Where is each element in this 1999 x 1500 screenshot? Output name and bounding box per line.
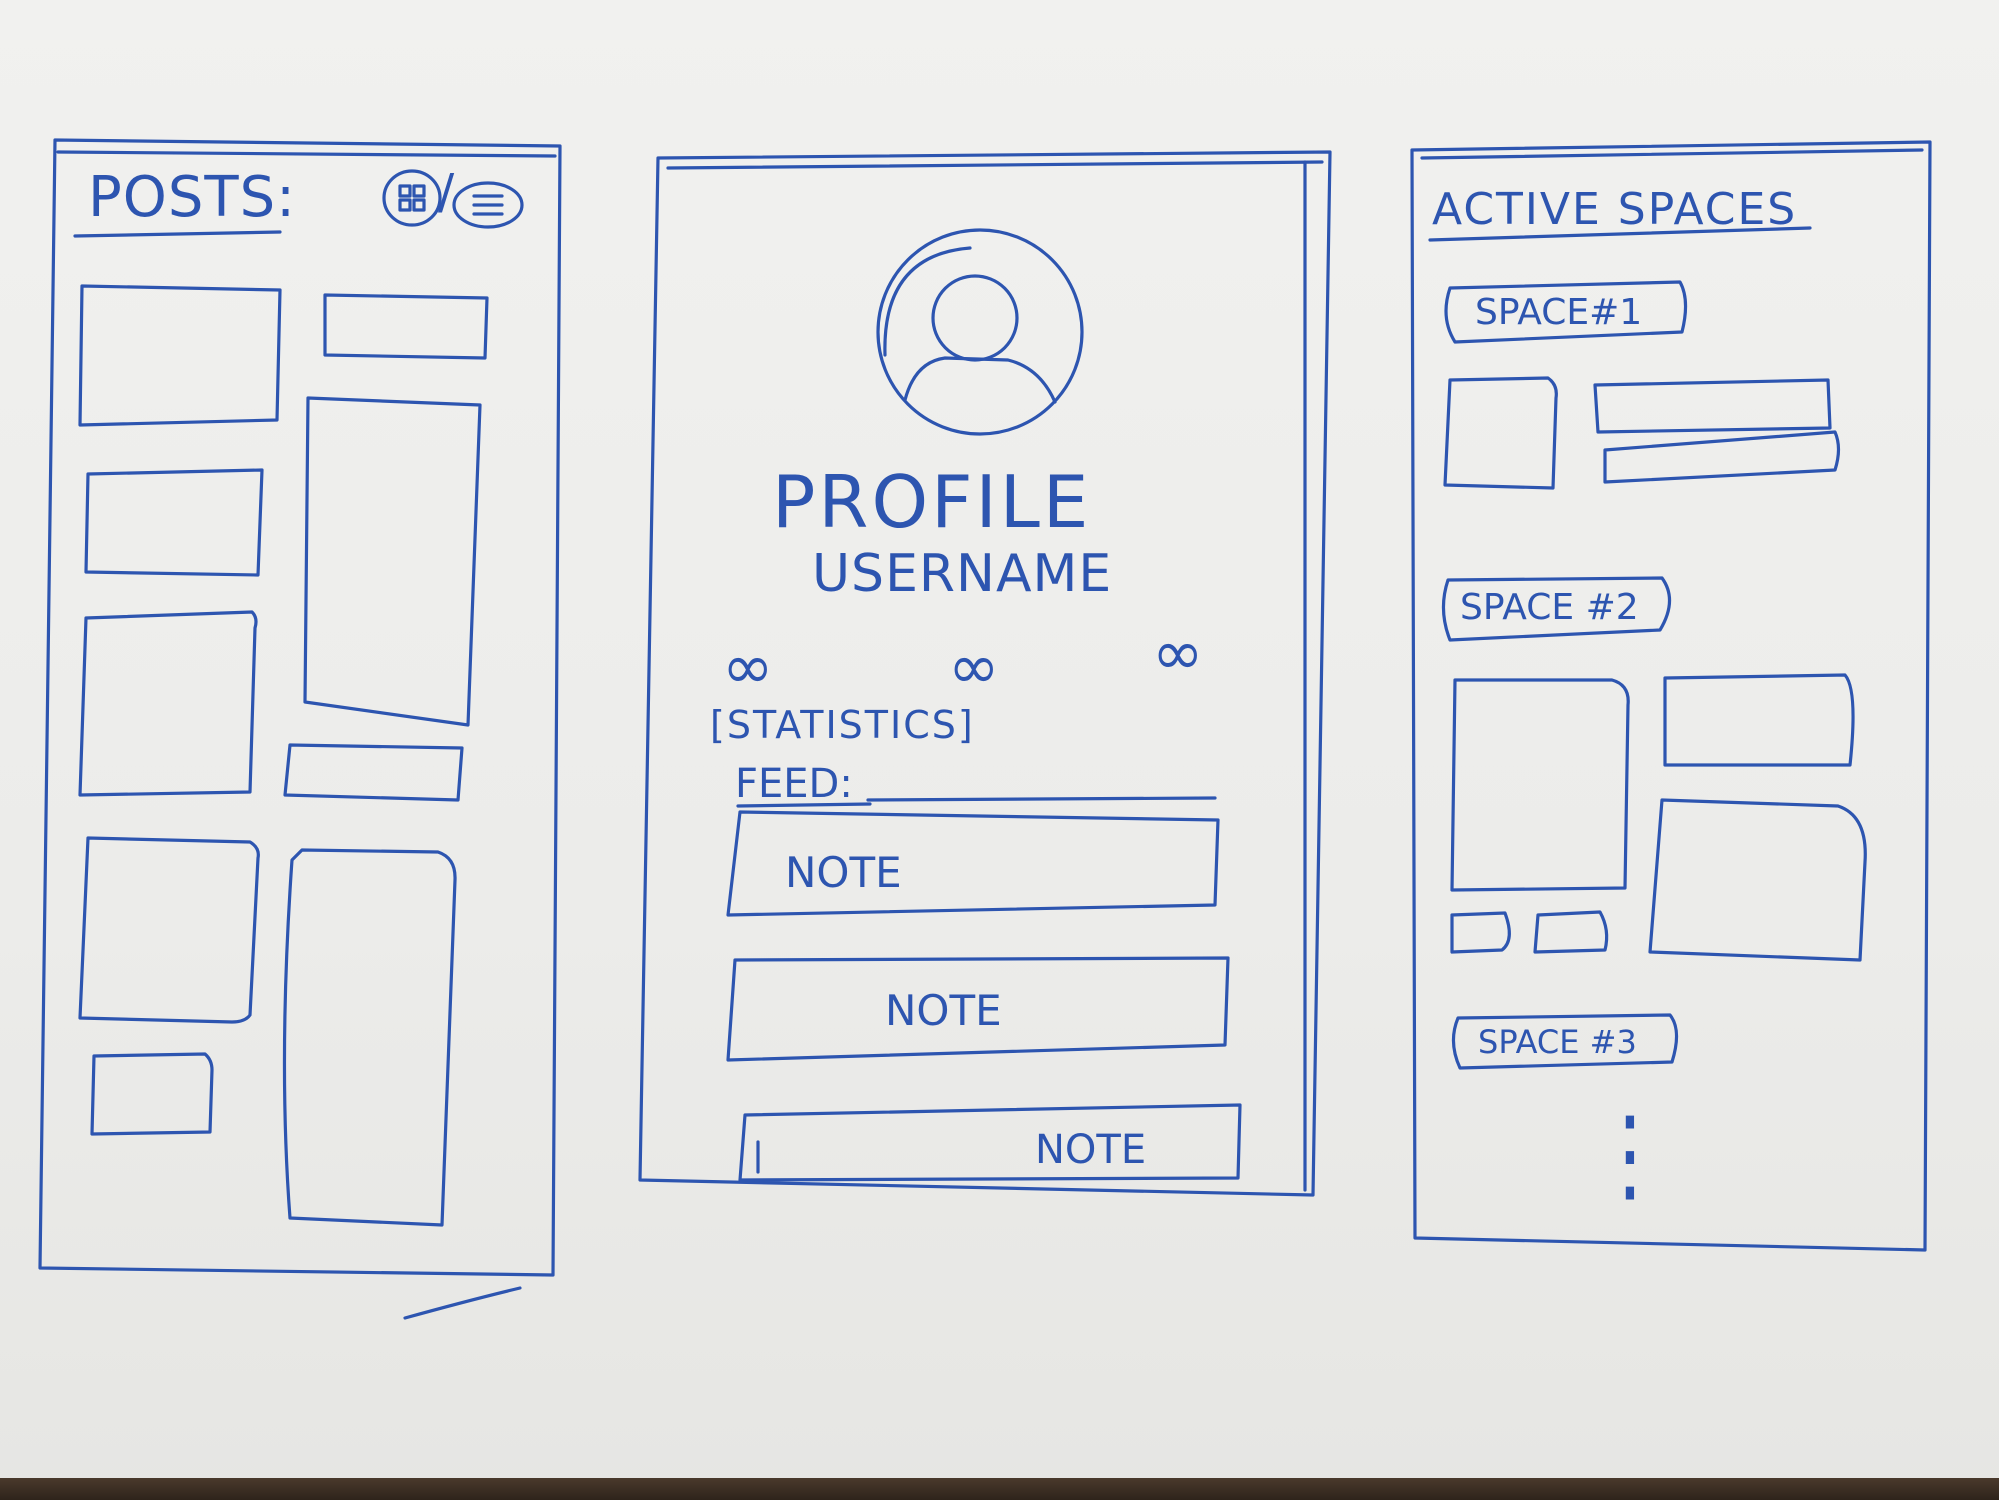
post-card[interactable] <box>84 468 264 577</box>
grid-icon[interactable] <box>382 169 442 227</box>
post-card[interactable] <box>283 743 464 802</box>
space-tile[interactable] <box>1663 673 1855 767</box>
space-tile[interactable] <box>1648 798 1867 962</box>
more-spaces-indicator: ⋮ <box>1590 1093 1670 1215</box>
post-card[interactable] <box>323 293 489 360</box>
user-avatar-icon[interactable] <box>876 228 1084 436</box>
posts-title: POSTS: <box>88 165 297 230</box>
post-thumbnails <box>78 284 489 1227</box>
space-tile[interactable] <box>1443 376 1558 490</box>
space-tile[interactable] <box>1533 910 1609 954</box>
post-card[interactable] <box>78 284 282 427</box>
posts-title-underline <box>73 230 282 238</box>
note-card[interactable] <box>738 1103 1242 1182</box>
view-toggle-separator: / <box>438 164 455 220</box>
post-card[interactable] <box>90 1052 214 1136</box>
space-tile[interactable] <box>1603 430 1841 484</box>
note-label: NOTE <box>1035 1127 1147 1173</box>
post-card[interactable] <box>78 610 258 797</box>
feed-label: FEED: <box>735 761 853 807</box>
note-label: NOTE <box>785 848 902 897</box>
grid-icon-cell <box>412 198 426 212</box>
grid-icon-cell <box>398 184 412 198</box>
space-1-items <box>1443 376 1841 490</box>
grid-icon-cell <box>412 184 426 198</box>
stat-value: ∞ <box>948 630 1000 703</box>
stat-value: ∞ <box>722 630 774 703</box>
grid-icon-cell <box>398 198 412 212</box>
space-3-label[interactable]: SPACE #3 <box>1478 1026 1637 1058</box>
post-card[interactable] <box>282 848 457 1227</box>
space-2-label[interactable]: SPACE #2 <box>1460 590 1639 626</box>
space-2-items <box>1450 673 1867 962</box>
stat-value: ∞ <box>1152 616 1204 689</box>
post-card[interactable] <box>78 836 260 1024</box>
space-tile[interactable] <box>1450 911 1511 954</box>
desk-edge <box>0 1478 1999 1500</box>
statistics-label: [STATISTICS] <box>710 703 975 747</box>
spaces-title: ACTIVE SPACES <box>1432 184 1798 235</box>
space-tile[interactable] <box>1593 378 1832 434</box>
posts-screen-frame <box>38 138 562 1320</box>
list-icon-lines <box>472 194 504 216</box>
space-tile[interactable] <box>1450 678 1630 892</box>
space-1-label[interactable]: SPACE#1 <box>1475 295 1642 331</box>
note-label: NOTE <box>885 986 1002 1035</box>
profile-username: USERNAME <box>812 544 1113 604</box>
profile-title: PROFILE <box>772 460 1092 544</box>
post-card[interactable] <box>303 396 482 727</box>
